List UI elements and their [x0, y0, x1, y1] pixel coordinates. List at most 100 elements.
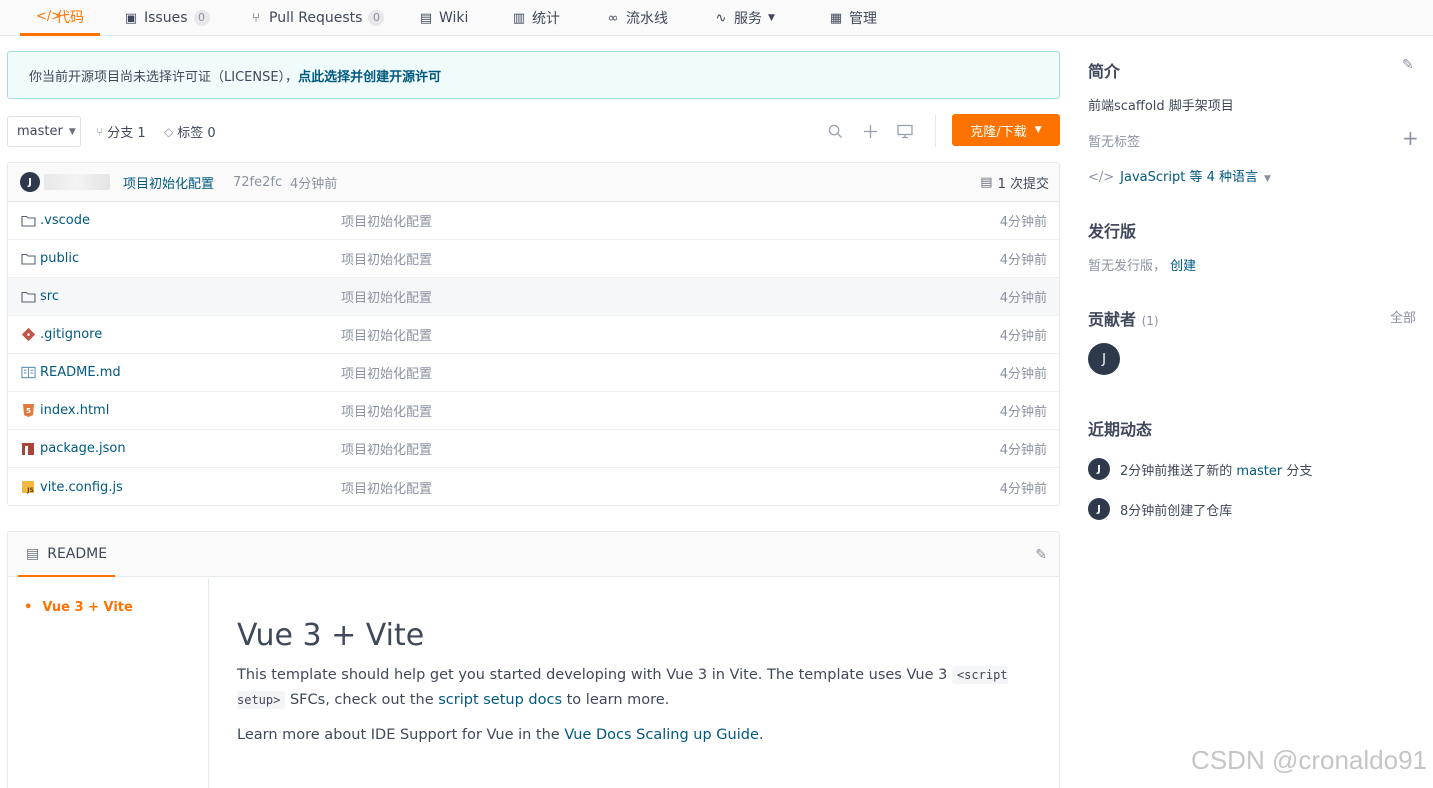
file-row[interactable]: 5 index.html 项目初始化配置 4分钟前	[8, 392, 1059, 430]
commit-count-link[interactable]: ▤ 1 次提交	[980, 173, 1049, 192]
file-commit-message[interactable]: 项目初始化配置	[341, 211, 432, 230]
monitor-icon	[897, 124, 913, 138]
edit-icon[interactable]: ✎	[1035, 547, 1047, 563]
commit-history-icon: ▤	[980, 174, 993, 190]
file-name[interactable]: index.html	[40, 403, 109, 418]
no-release-text: 暂无发行版，	[1088, 259, 1167, 274]
intro-heading: 简介	[1088, 62, 1121, 81]
file-name[interactable]: public	[40, 251, 79, 266]
branch-icon: ⑂	[96, 124, 104, 139]
tab-pipeline-label: 流水线	[626, 11, 668, 27]
commit-sha[interactable]: 72fe2fc	[233, 175, 282, 190]
file-name[interactable]: .gitignore	[40, 327, 102, 342]
readme-paragraph-1: This template should help get you starte…	[237, 663, 1037, 713]
script-setup-docs-link[interactable]: script setup docs	[438, 692, 562, 708]
repo-tab-nav: </> 代码 ▣ Issues 0 ⑂ Pull Requests 0 ▤ Wi…	[0, 0, 1433, 36]
branches-link[interactable]: ⑂ 分支 1	[96, 116, 146, 147]
tab-pull-requests[interactable]: ⑂ Pull Requests 0	[249, 0, 385, 36]
file-commit-time: 4分钟前	[999, 329, 1047, 344]
add-file-button[interactable]	[859, 120, 881, 142]
tab-readme[interactable]: ▤ README	[18, 532, 116, 577]
file-rows: .vscode 项目初始化配置 4分钟前 public 项目初始化配置 4分钟前 src 项目…	[8, 202, 1059, 505]
tab-wiki[interactable]: ▤ Wiki	[419, 0, 469, 36]
releases-heading: 发行版	[1088, 222, 1137, 241]
file-name[interactable]: src	[40, 289, 59, 304]
tags-link[interactable]: ◇ 标签 0	[164, 116, 216, 147]
contributors-title: 贡献者	[1088, 310, 1137, 329]
branch-select[interactable]: master ▼	[7, 116, 81, 147]
p1-text-a: This template should help get you starte…	[237, 667, 952, 683]
latest-commit-bar: J 项目初始化配置 72fe2fc 4分钟前 ▤ 1 次提交	[8, 163, 1059, 202]
commit-message[interactable]: 项目初始化配置	[123, 173, 214, 192]
tab-stats[interactable]: ▥ 统计	[512, 0, 560, 36]
releases-row: 暂无发行版， 创建	[1088, 255, 1196, 274]
tab-wiki-label: Wiki	[439, 10, 469, 26]
readme-header: ▤ README ✎	[8, 532, 1059, 577]
avatar[interactable]: J	[20, 172, 40, 192]
file-name[interactable]: .vscode	[40, 213, 90, 228]
edit-icon[interactable]: ✎	[1402, 57, 1414, 73]
file-commit-message[interactable]: 项目初始化配置	[341, 439, 432, 458]
file-row[interactable]: public 项目初始化配置 4分钟前	[8, 240, 1059, 278]
caret-down-icon: ▼	[68, 126, 76, 137]
file-commit-message[interactable]: 项目初始化配置	[341, 287, 432, 306]
file-commit-time: 4分钟前	[999, 405, 1047, 420]
p1-text-b: SFCs, check out the	[285, 692, 439, 708]
avatar[interactable]: J	[1088, 458, 1110, 480]
file-commit-time: 4分钟前	[999, 481, 1047, 497]
git-file-icon	[20, 327, 36, 343]
caret-down-icon: ▼	[1264, 174, 1271, 184]
stats-icon: ▥	[512, 10, 526, 26]
license-banner: 你当前开源项目尚未选择许可证（LICENSE）， 点此选择并创建开源许可	[7, 51, 1060, 99]
activity-text: 2分钟前推送了新的 master 分支	[1120, 460, 1312, 479]
vue-docs-link[interactable]: Vue Docs Scaling up Guide	[564, 727, 759, 743]
avatar[interactable]: J	[1088, 343, 1120, 375]
all-contributors-link[interactable]: 全部	[1390, 307, 1416, 326]
tab-issues[interactable]: ▣ Issues 0	[124, 0, 210, 36]
code-icon: </>	[36, 9, 63, 24]
license-banner-text: 你当前开源项目尚未选择许可证（LICENSE），	[29, 69, 299, 85]
file-name[interactable]: vite.config.js	[40, 480, 123, 495]
commit-count-label: 1 次提交	[997, 176, 1049, 192]
activity-item: J 2分钟前推送了新的 master 分支	[1088, 458, 1312, 480]
readme-title: Vue 3 + Vite	[237, 618, 425, 653]
tab-code[interactable]: </> 代码	[20, 0, 100, 36]
add-tag-icon[interactable]: +	[1402, 126, 1419, 150]
file-row[interactable]: .gitignore 项目初始化配置 4分钟前	[8, 316, 1059, 354]
file-commit-message[interactable]: 项目初始化配置	[341, 325, 432, 344]
file-commit-message[interactable]: 项目初始化配置	[341, 363, 432, 382]
file-row[interactable]: JS vite.config.js 项目初始化配置 4分钟前	[8, 468, 1059, 505]
wiki-icon: ▤	[419, 10, 433, 26]
folder-icon	[20, 251, 36, 267]
html5-file-icon: 5	[20, 403, 36, 419]
file-name[interactable]: package.json	[40, 441, 126, 456]
tab-pipeline[interactable]: ∞ 流水线	[606, 0, 668, 36]
file-row[interactable]: README.md 项目初始化配置 4分钟前	[8, 354, 1059, 392]
file-row[interactable]: .vscode 项目初始化配置 4分钟前	[8, 202, 1059, 240]
pull-requests-count-badge: 0	[368, 10, 385, 26]
branch-name: master	[17, 124, 63, 139]
languages-dropdown[interactable]: </> JavaScript 等 4 种语言 ▼	[1088, 166, 1271, 185]
tab-service[interactable]: ∿ 服务 ▼	[714, 0, 775, 36]
clone-download-button[interactable]: 克隆/下载 ▼	[952, 114, 1060, 146]
avatar[interactable]: J	[1088, 498, 1110, 520]
npm-file-icon	[20, 441, 36, 457]
file-commit-time: 4分钟前	[999, 367, 1047, 382]
file-commit-message[interactable]: 项目初始化配置	[341, 478, 432, 497]
file-row[interactable]: package.json 项目初始化配置 4分钟前	[8, 430, 1059, 468]
tab-service-label: 服务	[734, 11, 762, 27]
web-ide-button[interactable]	[894, 120, 916, 142]
branch-link[interactable]: master	[1236, 464, 1282, 479]
svg-text:5: 5	[26, 407, 31, 415]
toc-item[interactable]: • Vue 3 + Vite	[24, 600, 133, 615]
file-name[interactable]: README.md	[40, 365, 121, 380]
search-files-button[interactable]	[824, 120, 846, 142]
license-create-link[interactable]: 点此选择并创建开源许可	[298, 66, 441, 85]
tab-code-label: 代码	[56, 9, 84, 26]
create-release-link[interactable]: 创建	[1170, 259, 1196, 274]
contributors-heading: 贡献者 (1)	[1088, 306, 1159, 330]
file-commit-message[interactable]: 项目初始化配置	[341, 401, 432, 420]
file-row[interactable]: src 项目初始化配置 4分钟前	[8, 278, 1059, 316]
file-commit-message[interactable]: 项目初始化配置	[341, 249, 432, 268]
tab-manage[interactable]: ▦ 管理	[829, 0, 877, 36]
